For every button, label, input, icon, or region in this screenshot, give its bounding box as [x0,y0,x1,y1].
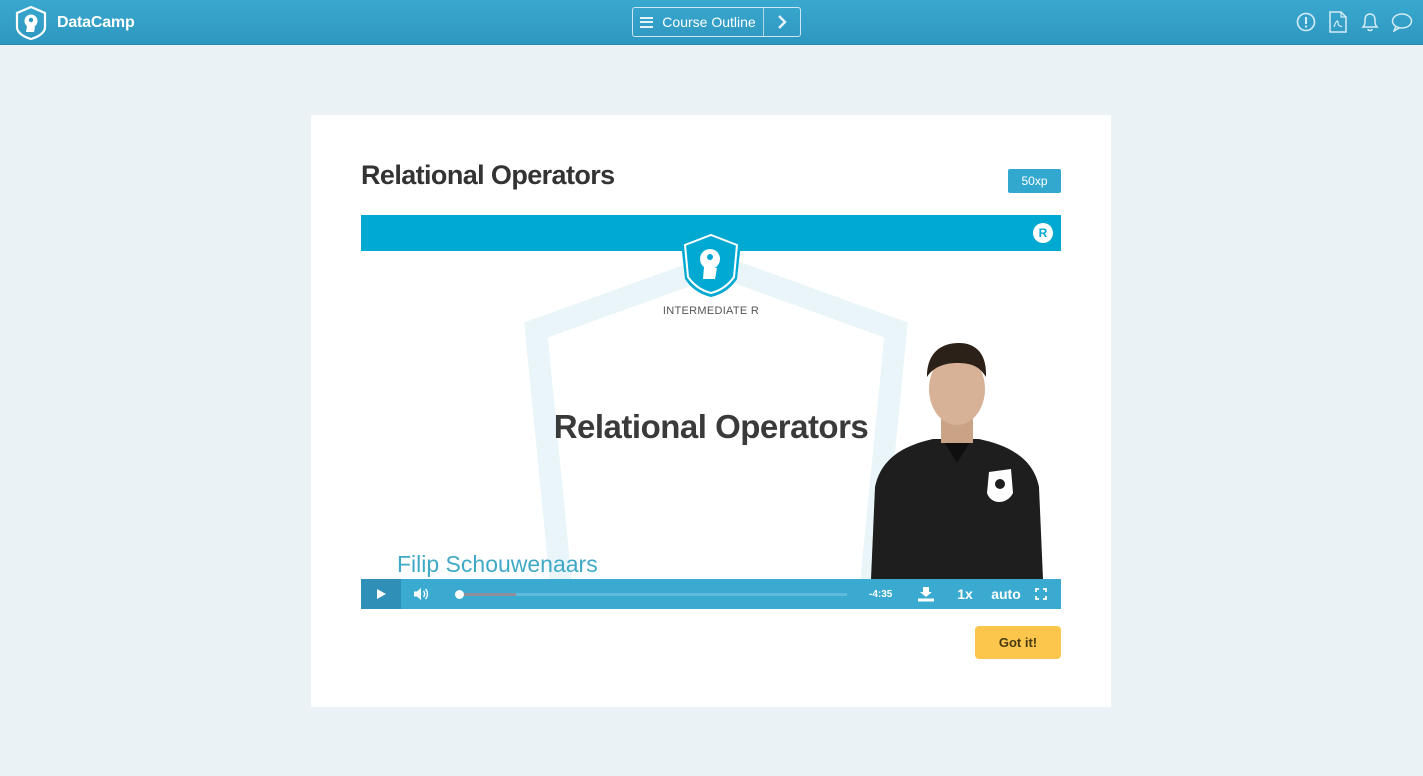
header-icons [1295,10,1413,34]
course-label: INTERMEDIATE R [662,305,760,317]
fullscreen-button[interactable] [1034,588,1048,600]
course-outline-button[interactable]: Course Outline [633,8,763,36]
presenter-name: Filip Schouwenaars [397,551,598,577]
exercise-title: Relational Operators [361,160,615,190]
bell-icon[interactable] [1359,10,1381,34]
video-player[interactable]: R INTERMEDIATE R Relational Operators Fi… [361,215,1061,609]
play-icon [377,589,386,599]
menu-icon [640,16,654,28]
volume-icon [414,588,429,600]
progress-handle[interactable] [455,589,464,599]
progress-bar[interactable] [455,589,847,599]
play-button[interactable] [361,579,401,609]
app-name: DataCamp [57,14,135,31]
chevron-right-icon [778,15,787,29]
fullscreen-icon [1035,588,1047,600]
course-outline-group: Course Outline [632,7,801,37]
xp-badge: 50xp [1008,169,1061,193]
download-button[interactable] [915,586,937,602]
course-badge-icon [681,231,741,297]
quality-button[interactable]: auto [988,586,1024,602]
download-icon [918,587,934,602]
volume-button[interactable] [401,579,441,609]
exercise-card: Relational Operators 50xp R INTERMEDIATE… [311,115,1111,707]
course-outline-label: Course Outline [662,14,756,30]
brand[interactable]: DataCamp [15,6,135,40]
top-navigation-bar: DataCamp Course Outline [0,0,1423,45]
got-it-button[interactable]: Got it! [975,626,1061,659]
video-controls: -4:35 1x auto [361,579,1061,609]
next-exercise-button[interactable] [763,8,800,36]
progress-buffered [455,592,516,596]
time-remaining: -4:35 [869,588,893,600]
datacamp-logo-icon [15,6,47,40]
presenter-image [871,343,1043,579]
speed-button[interactable]: 1x [954,586,976,602]
r-logo-icon: R [1033,223,1053,243]
alert-icon[interactable] [1295,10,1317,34]
pdf-icon[interactable] [1327,10,1349,34]
chat-icon[interactable] [1391,10,1413,34]
